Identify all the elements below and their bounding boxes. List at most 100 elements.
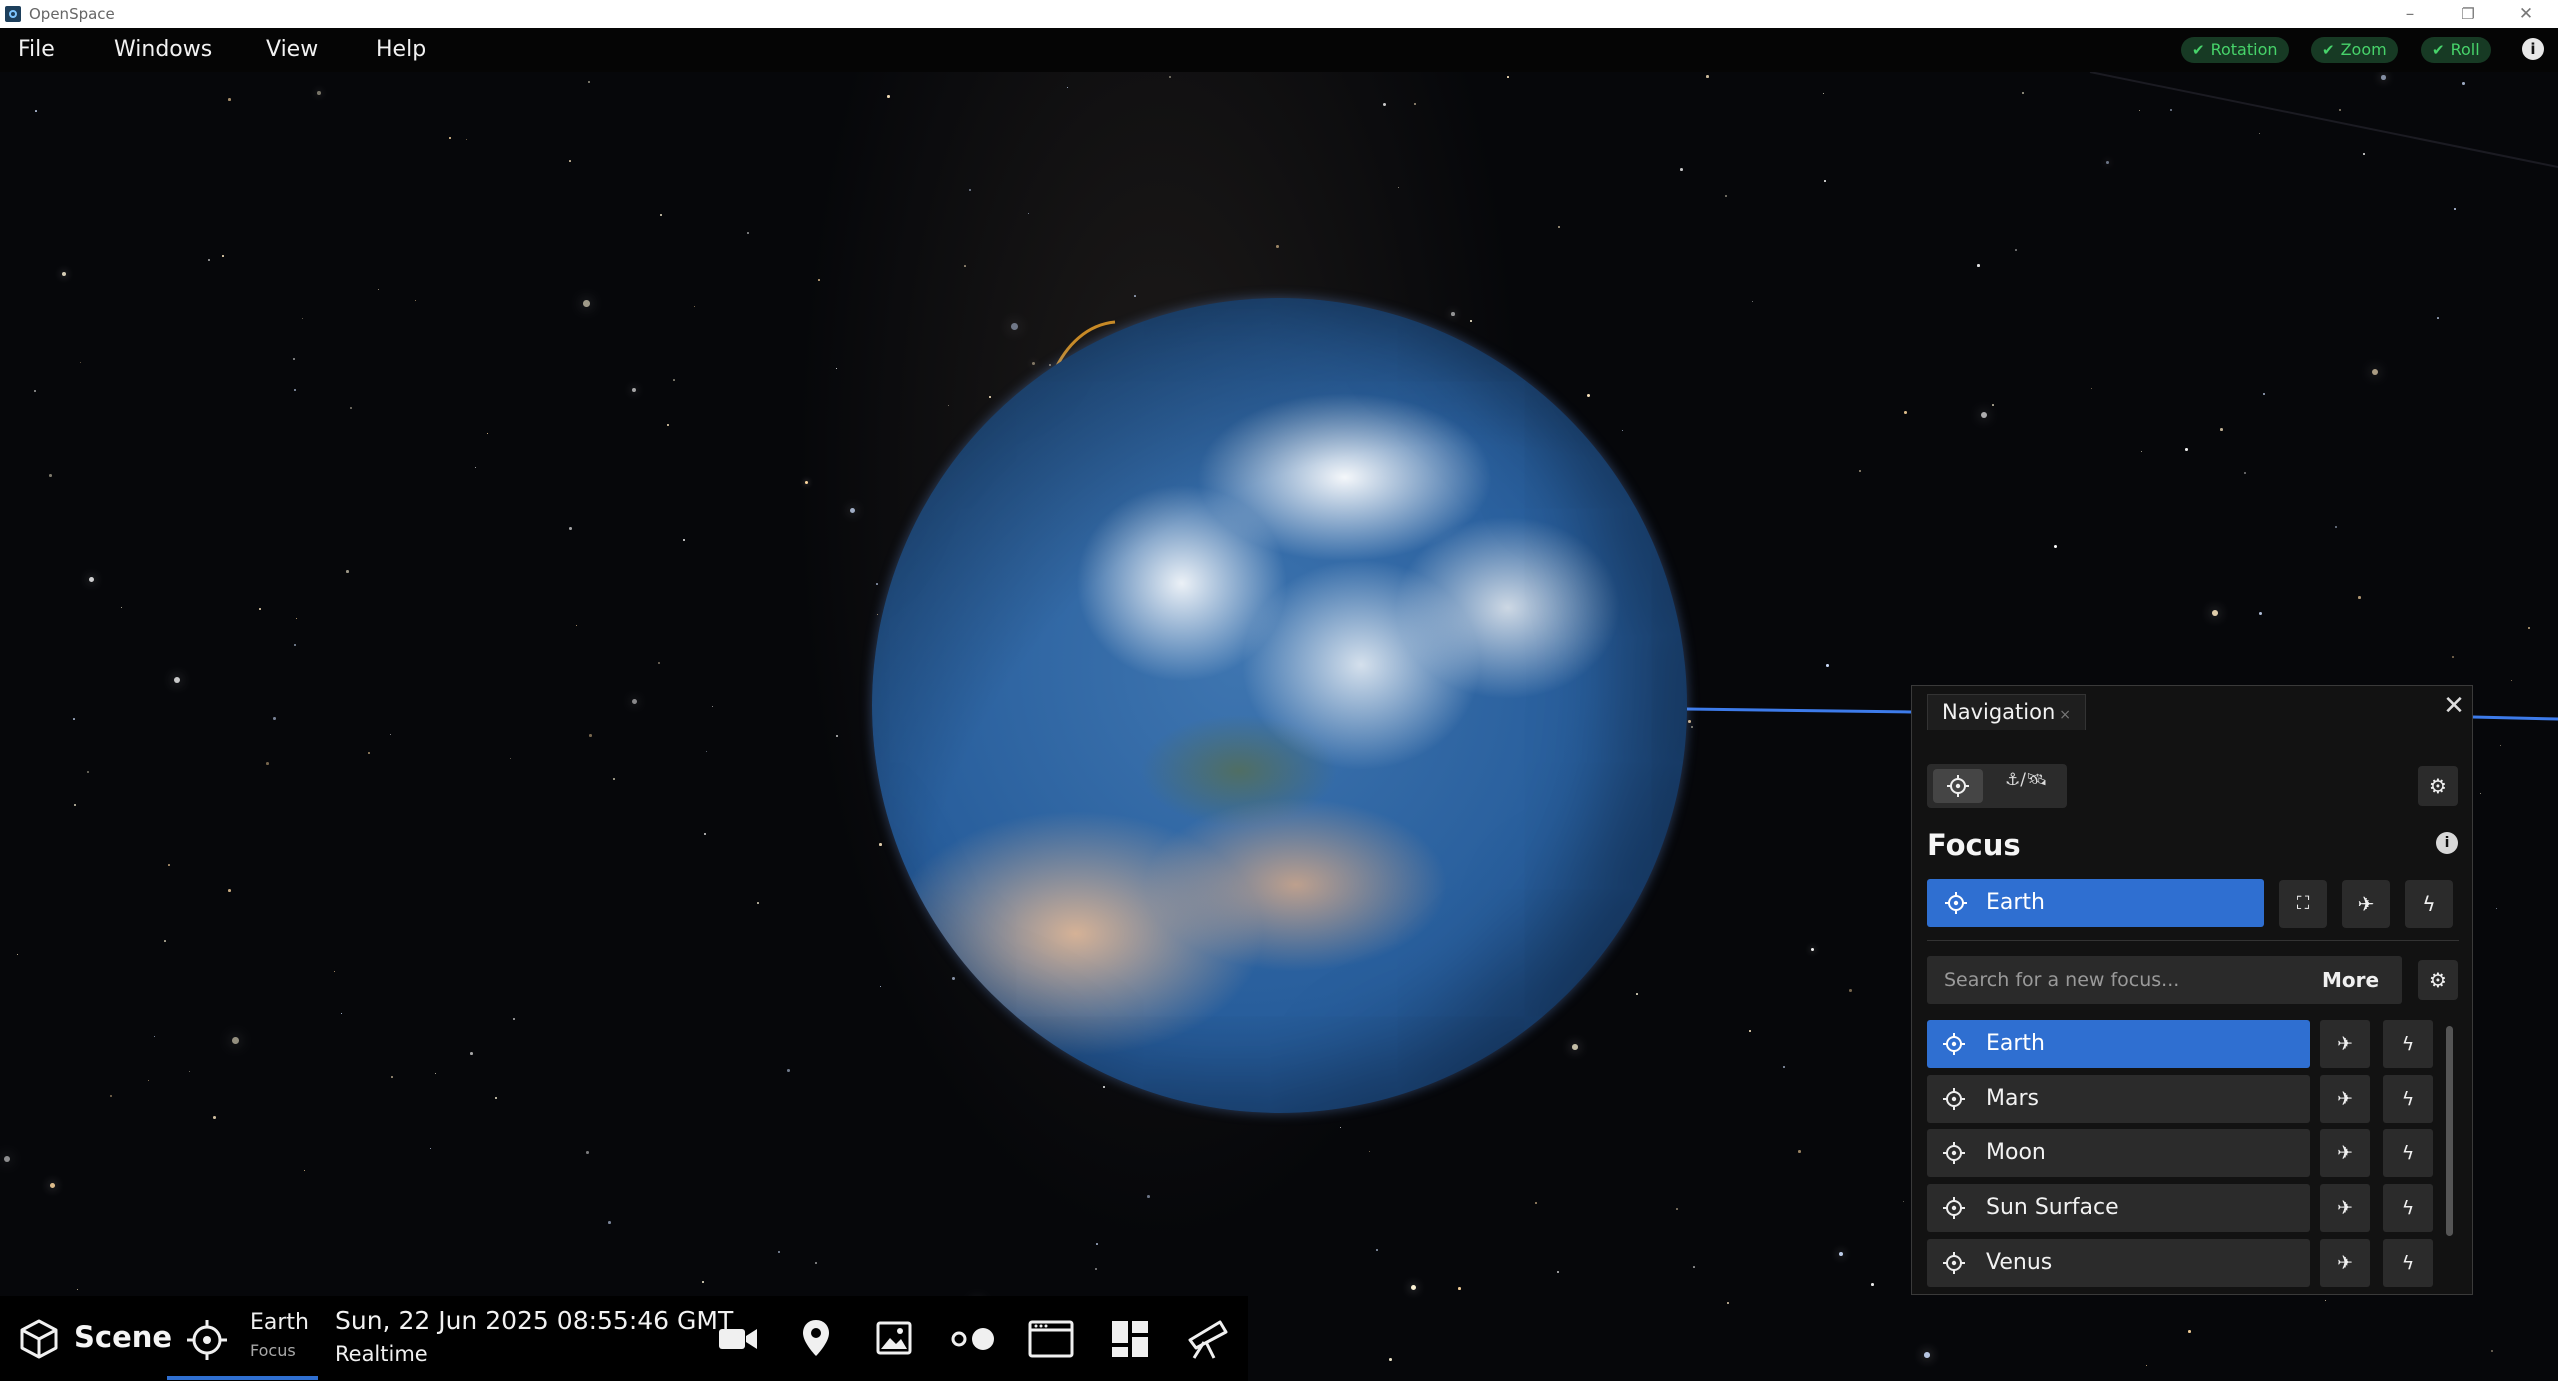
earth-night-shadow [872, 298, 1687, 1113]
jump-to-button[interactable]: ϟ [2383, 1075, 2433, 1123]
fly-to-button[interactable]: ✈ [2320, 1184, 2370, 1232]
lightning-icon: ϟ [2401, 1088, 2415, 1110]
list-item[interactable]: Earth [1927, 1020, 2310, 1068]
center-view-icon: ⛶ [2296, 893, 2310, 914]
menu-help[interactable]: Help [376, 37, 426, 62]
check-icon: ✔ [2192, 41, 2205, 59]
jump-to-button[interactable]: ϟ [2383, 1239, 2433, 1287]
image-icon[interactable] [876, 1321, 912, 1355]
dashboard-icon[interactable] [1111, 1320, 1149, 1358]
airplane-icon: ✈ [2337, 1197, 2353, 1219]
airplane-icon: ✈ [2337, 1033, 2353, 1055]
lightning-icon: ϟ [2401, 1033, 2415, 1055]
search-settings-button[interactable]: ⚙ [2418, 960, 2458, 1000]
list-item[interactable]: Venus [1927, 1239, 2310, 1287]
menu-file[interactable]: File [18, 37, 55, 62]
focus-button[interactable] [167, 1296, 318, 1381]
panel-divider [1927, 940, 2459, 941]
telescope-icon[interactable] [1186, 1318, 1230, 1360]
lightning-icon: ϟ [2401, 1142, 2415, 1164]
restore-button[interactable]: ❐ [2450, 1, 2486, 27]
more-button[interactable]: More [2322, 956, 2379, 1004]
jump-to-button[interactable]: ϟ [2383, 1184, 2433, 1232]
jump-to-button[interactable]: ϟ [2383, 1129, 2433, 1177]
fly-to-button[interactable]: ✈ [2320, 1020, 2370, 1068]
simulation-datetime[interactable]: Sun, 22 Jun 2025 08:55:46 GMT [335, 1306, 733, 1335]
cube-icon [20, 1319, 58, 1359]
list-item-label: Mars [1986, 1086, 2039, 1111]
tab-close-button[interactable]: × [2059, 707, 2071, 723]
browser-window-icon[interactable] [1028, 1320, 1074, 1358]
list-item-label: Sun Surface [1986, 1195, 2119, 1220]
list-item[interactable]: Moon [1927, 1129, 2310, 1177]
time-mode-label[interactable]: Realtime [335, 1342, 428, 1366]
navigation-mode-toggle: ⚓/🛰 [1927, 764, 2067, 808]
focus-list-scrollbar[interactable] [2446, 1026, 2453, 1236]
scene-button[interactable]: Scene [0, 1296, 172, 1381]
list-item-label: Earth [1986, 1031, 2045, 1056]
target-icon [1943, 1033, 1965, 1055]
focus-heading: Focus [1927, 828, 2021, 862]
airplane-icon: ✈ [2337, 1088, 2353, 1110]
scene-label: Scene [74, 1320, 173, 1354]
zoom-toggle-label: Zoom [2340, 40, 2387, 59]
info-icon[interactable]: i [2522, 38, 2544, 60]
navigation-settings-button[interactable]: ⚙ [2418, 766, 2458, 806]
openspace-logo-icon [5, 6, 21, 22]
list-item[interactable]: Mars [1927, 1075, 2310, 1123]
close-window-button[interactable]: ✕ [2508, 1, 2544, 27]
airplane-icon: ✈ [2337, 1252, 2353, 1274]
target-icon [187, 1320, 227, 1360]
lightning-icon: ϟ [2401, 1252, 2415, 1274]
fly-to-button[interactable]: ✈ [2342, 880, 2390, 928]
video-camera-icon[interactable] [718, 1324, 758, 1354]
window-title: OpenSpace [29, 5, 115, 23]
airplane-icon: ✈ [2337, 1142, 2353, 1164]
active-tab-indicator [167, 1376, 318, 1380]
target-icon [1945, 892, 1967, 914]
target-icon [1943, 1088, 1965, 1110]
jump-to-button[interactable]: ϟ [2383, 1020, 2433, 1068]
menu-view[interactable]: View [266, 37, 318, 62]
list-item[interactable]: Sun Surface [1927, 1184, 2310, 1232]
lightning-icon: ϟ [2422, 892, 2436, 916]
fly-to-button[interactable]: ✈ [2320, 1239, 2370, 1287]
fly-to-button[interactable]: ✈ [2320, 1075, 2370, 1123]
menu-windows[interactable]: Windows [114, 37, 212, 62]
roll-toggle-label: Roll [2450, 40, 2480, 59]
focus-name: Earth [250, 1310, 309, 1335]
rotation-toggle-label: Rotation [2210, 40, 2278, 59]
check-icon: ✔ [2432, 41, 2445, 59]
fly-to-button[interactable]: ✈ [2320, 1129, 2370, 1177]
map-pin-icon[interactable] [801, 1318, 831, 1358]
roll-toggle[interactable]: ✔ Roll [2421, 37, 2491, 63]
target-icon [1943, 1142, 1965, 1164]
focus-mode-button[interactable] [1933, 769, 1983, 803]
target-icon [1947, 775, 1969, 797]
close-panel-button[interactable]: ✕ [2440, 692, 2468, 720]
navigation-tab[interactable]: Navigation × [1927, 694, 2086, 730]
rotation-toggle[interactable]: ✔ Rotation [2181, 37, 2289, 63]
check-icon: ✔ [2322, 41, 2335, 59]
lightning-icon: ϟ [2401, 1197, 2415, 1219]
anchor-aim-mode-button[interactable]: ⚓/🛰 [2005, 770, 2048, 790]
focus-caption: Focus [250, 1341, 296, 1360]
focus-search-box: More [1927, 956, 2402, 1004]
current-focus-button[interactable]: Earth [1927, 879, 2264, 927]
minimize-button[interactable]: – [2392, 1, 2428, 27]
gear-icon: ⚙ [2429, 968, 2447, 992]
flight-path-icon[interactable] [951, 1326, 997, 1352]
navigation-panel: Navigation × ✕ ⚓/🛰 ⚙ Focus i Earth ⛶ ✈ ϟ… [1911, 685, 2473, 1295]
current-focus-label: Earth [1986, 890, 2045, 915]
focus-list: Earth ✈ ϟ Mars ✈ ϟ Moon ✈ ϟ Sun Surface … [1927, 1020, 2447, 1290]
jump-to-button[interactable]: ϟ [2405, 880, 2453, 928]
faint-trail-line [2089, 72, 2558, 168]
center-view-button[interactable]: ⛶ [2279, 880, 2327, 928]
navigation-tab-title: Navigation [1942, 700, 2056, 724]
focus-search-input[interactable] [1927, 956, 2297, 1004]
menu-bar: File Windows View Help ✔ Rotation ✔ Zoom ✔… [0, 28, 2558, 72]
earth-orbit-line-right [2472, 715, 2558, 721]
zoom-toggle[interactable]: ✔ Zoom [2311, 37, 2398, 63]
info-icon[interactable]: i [2436, 832, 2458, 854]
list-item-label: Moon [1986, 1140, 2046, 1165]
